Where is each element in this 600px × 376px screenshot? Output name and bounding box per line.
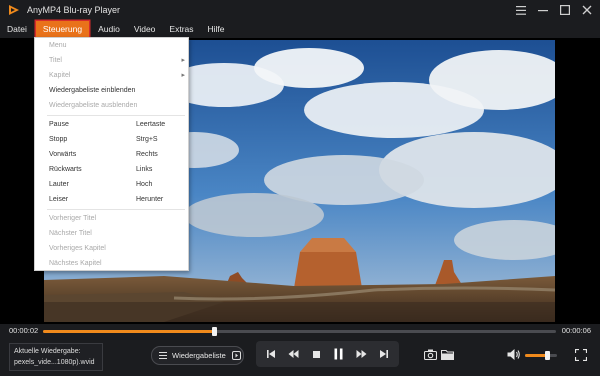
skip-start-icon[interactable]: [263, 346, 279, 362]
menu-audio[interactable]: Audio: [91, 20, 127, 38]
snapshot-camera-icon[interactable]: [423, 347, 437, 361]
title-bar: AnyMP4 Blu-ray Player: [0, 0, 600, 20]
list-icon: [159, 352, 167, 359]
transport-controls: [256, 341, 399, 367]
menu-video[interactable]: Video: [127, 20, 163, 38]
menu-steuerung[interactable]: Steuerung: [35, 21, 90, 37]
maximize-icon[interactable]: [558, 3, 572, 17]
playlist-toggle-icon: [231, 351, 241, 360]
dd-separator: [47, 209, 185, 210]
total-time: 00:00:06: [561, 326, 591, 335]
volume-slider[interactable]: [525, 351, 557, 360]
app-title: AnyMP4 Blu-ray Player: [27, 5, 121, 15]
now-playing-file: pexels_vide...1080p).wvid: [14, 359, 95, 366]
skip-end-icon[interactable]: [376, 346, 392, 362]
dd-item-stopp[interactable]: Stopp Strg+S: [35, 132, 188, 147]
dd-item-kapitel[interactable]: Kapitel ▸: [35, 68, 188, 83]
volume-handle[interactable]: [545, 351, 551, 360]
steuerung-dropdown: Menu Titel ▸ Kapitel ▸ Wiedergabeliste e…: [34, 37, 189, 271]
now-playing-label: Aktuelle Wiedergabe:: [14, 348, 81, 355]
current-time: 00:00:02: [9, 326, 39, 335]
app-logo-icon: [7, 3, 21, 17]
timeline-handle[interactable]: [211, 327, 217, 336]
pause-icon[interactable]: [331, 346, 347, 362]
playlist-label: Wiedergabeliste: [172, 351, 226, 360]
now-playing-box: Aktuelle Wiedergabe: pexels_vide...1080p…: [9, 343, 103, 371]
dd-item-rueckwaerts[interactable]: Rückwarts Links: [35, 162, 188, 177]
dd-item-leiser[interactable]: Leiser Herunter: [35, 192, 188, 207]
dd-item-prev-chapter[interactable]: Vorheriges Kapitel: [35, 241, 188, 256]
menu-bar: Datei Steuerung Audio Video Extras Hilfe: [0, 20, 600, 38]
close-icon[interactable]: [580, 3, 594, 17]
open-folder-icon[interactable]: [440, 347, 454, 361]
dd-item-next-title[interactable]: Nächster Titel: [35, 226, 188, 241]
fullscreen-icon[interactable]: [574, 348, 588, 362]
dd-item-playlist-show[interactable]: Wiedergabeliste einblenden: [35, 83, 188, 98]
menu-datei[interactable]: Datei: [0, 20, 34, 38]
dd-item-next-chapter[interactable]: Nächstes Kapitel: [35, 256, 188, 271]
dd-item-prev-title[interactable]: Vorheriger Titel: [35, 211, 188, 226]
dd-item-vorwaerts[interactable]: Vorwärts Rechts: [35, 147, 188, 162]
dd-item-playlist-hide[interactable]: Wiedergabeliste ausblenden: [35, 98, 188, 113]
rewind-icon[interactable]: [286, 346, 302, 362]
volume-icon[interactable]: [507, 348, 521, 361]
playlist-button[interactable]: Wiedergabeliste: [151, 346, 244, 365]
timeline-progress: [43, 330, 214, 333]
dd-separator: [47, 115, 185, 116]
dd-item-lauter[interactable]: Lauter Hoch: [35, 177, 188, 192]
fast-forward-icon[interactable]: [353, 346, 369, 362]
menu-hilfe[interactable]: Hilfe: [201, 20, 232, 38]
dd-item-titel[interactable]: Titel ▸: [35, 53, 188, 68]
chevron-right-icon: ▸: [181, 57, 185, 64]
dd-item-menu[interactable]: Menu: [35, 38, 188, 53]
menu-extras[interactable]: Extras: [162, 20, 200, 38]
timeline-slider[interactable]: [43, 327, 556, 336]
dd-item-pause[interactable]: Pause Leertaste: [35, 117, 188, 132]
minimize-icon[interactable]: [536, 3, 550, 17]
chevron-right-icon: ▸: [181, 72, 185, 79]
menu-icon[interactable]: [514, 3, 528, 17]
volume-level: [525, 354, 548, 357]
stop-icon[interactable]: [308, 346, 324, 362]
